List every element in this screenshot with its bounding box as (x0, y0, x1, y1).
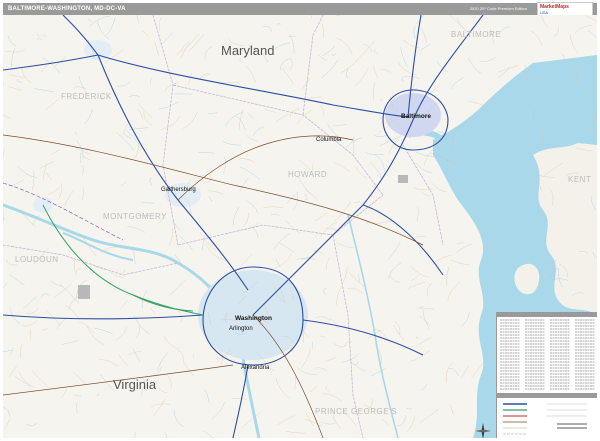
county-label-baltimore: BALTIMORE (451, 30, 502, 39)
state-label-maryland: Maryland (221, 43, 275, 58)
county-label-howard: HOWARD (288, 170, 328, 179)
city-label-baltimore: Baltimore (401, 113, 431, 120)
map-legend (497, 394, 597, 435)
map-canvas[interactable]: Maryland Virginia BALTIMORE FREDERICK HO… (3, 15, 597, 438)
zip-index-table (497, 313, 597, 390)
county-label-loudoun: LOUDOUN (15, 255, 59, 264)
city-label-arlington: Arlington (229, 326, 253, 332)
title-bar: BALTIMORE-WASHINGTON, MD-DC-VA 2020 ZIP … (3, 2, 597, 18)
city-label-washington: Washington (235, 315, 272, 322)
city-label-gaithersburg: Gaithersburg (161, 187, 196, 193)
zip-index-panel (496, 312, 597, 394)
county-label-frederick: FREDERICK (61, 92, 112, 101)
edition-label: 2020 ZIP Code Premium Edition (469, 6, 527, 11)
city-label-alexandria: Alexandria (241, 365, 270, 371)
county-label-prince-georges: PRINCE GEORGE'S (315, 407, 397, 416)
city-label-columbia: Columbia (316, 137, 342, 143)
map-poster: BALTIMORE-WASHINGTON, MD-DC-VA 2020 ZIP … (0, 0, 600, 441)
state-label-virginia: Virginia (113, 377, 157, 392)
map-legend-panel (496, 393, 597, 438)
county-label-kent: KENT (568, 175, 592, 184)
map-title: BALTIMORE-WASHINGTON, MD-DC-VA (8, 6, 126, 12)
compass-rose-icon (475, 423, 491, 438)
county-label-montgomery: MONTGOMERY (103, 212, 167, 221)
